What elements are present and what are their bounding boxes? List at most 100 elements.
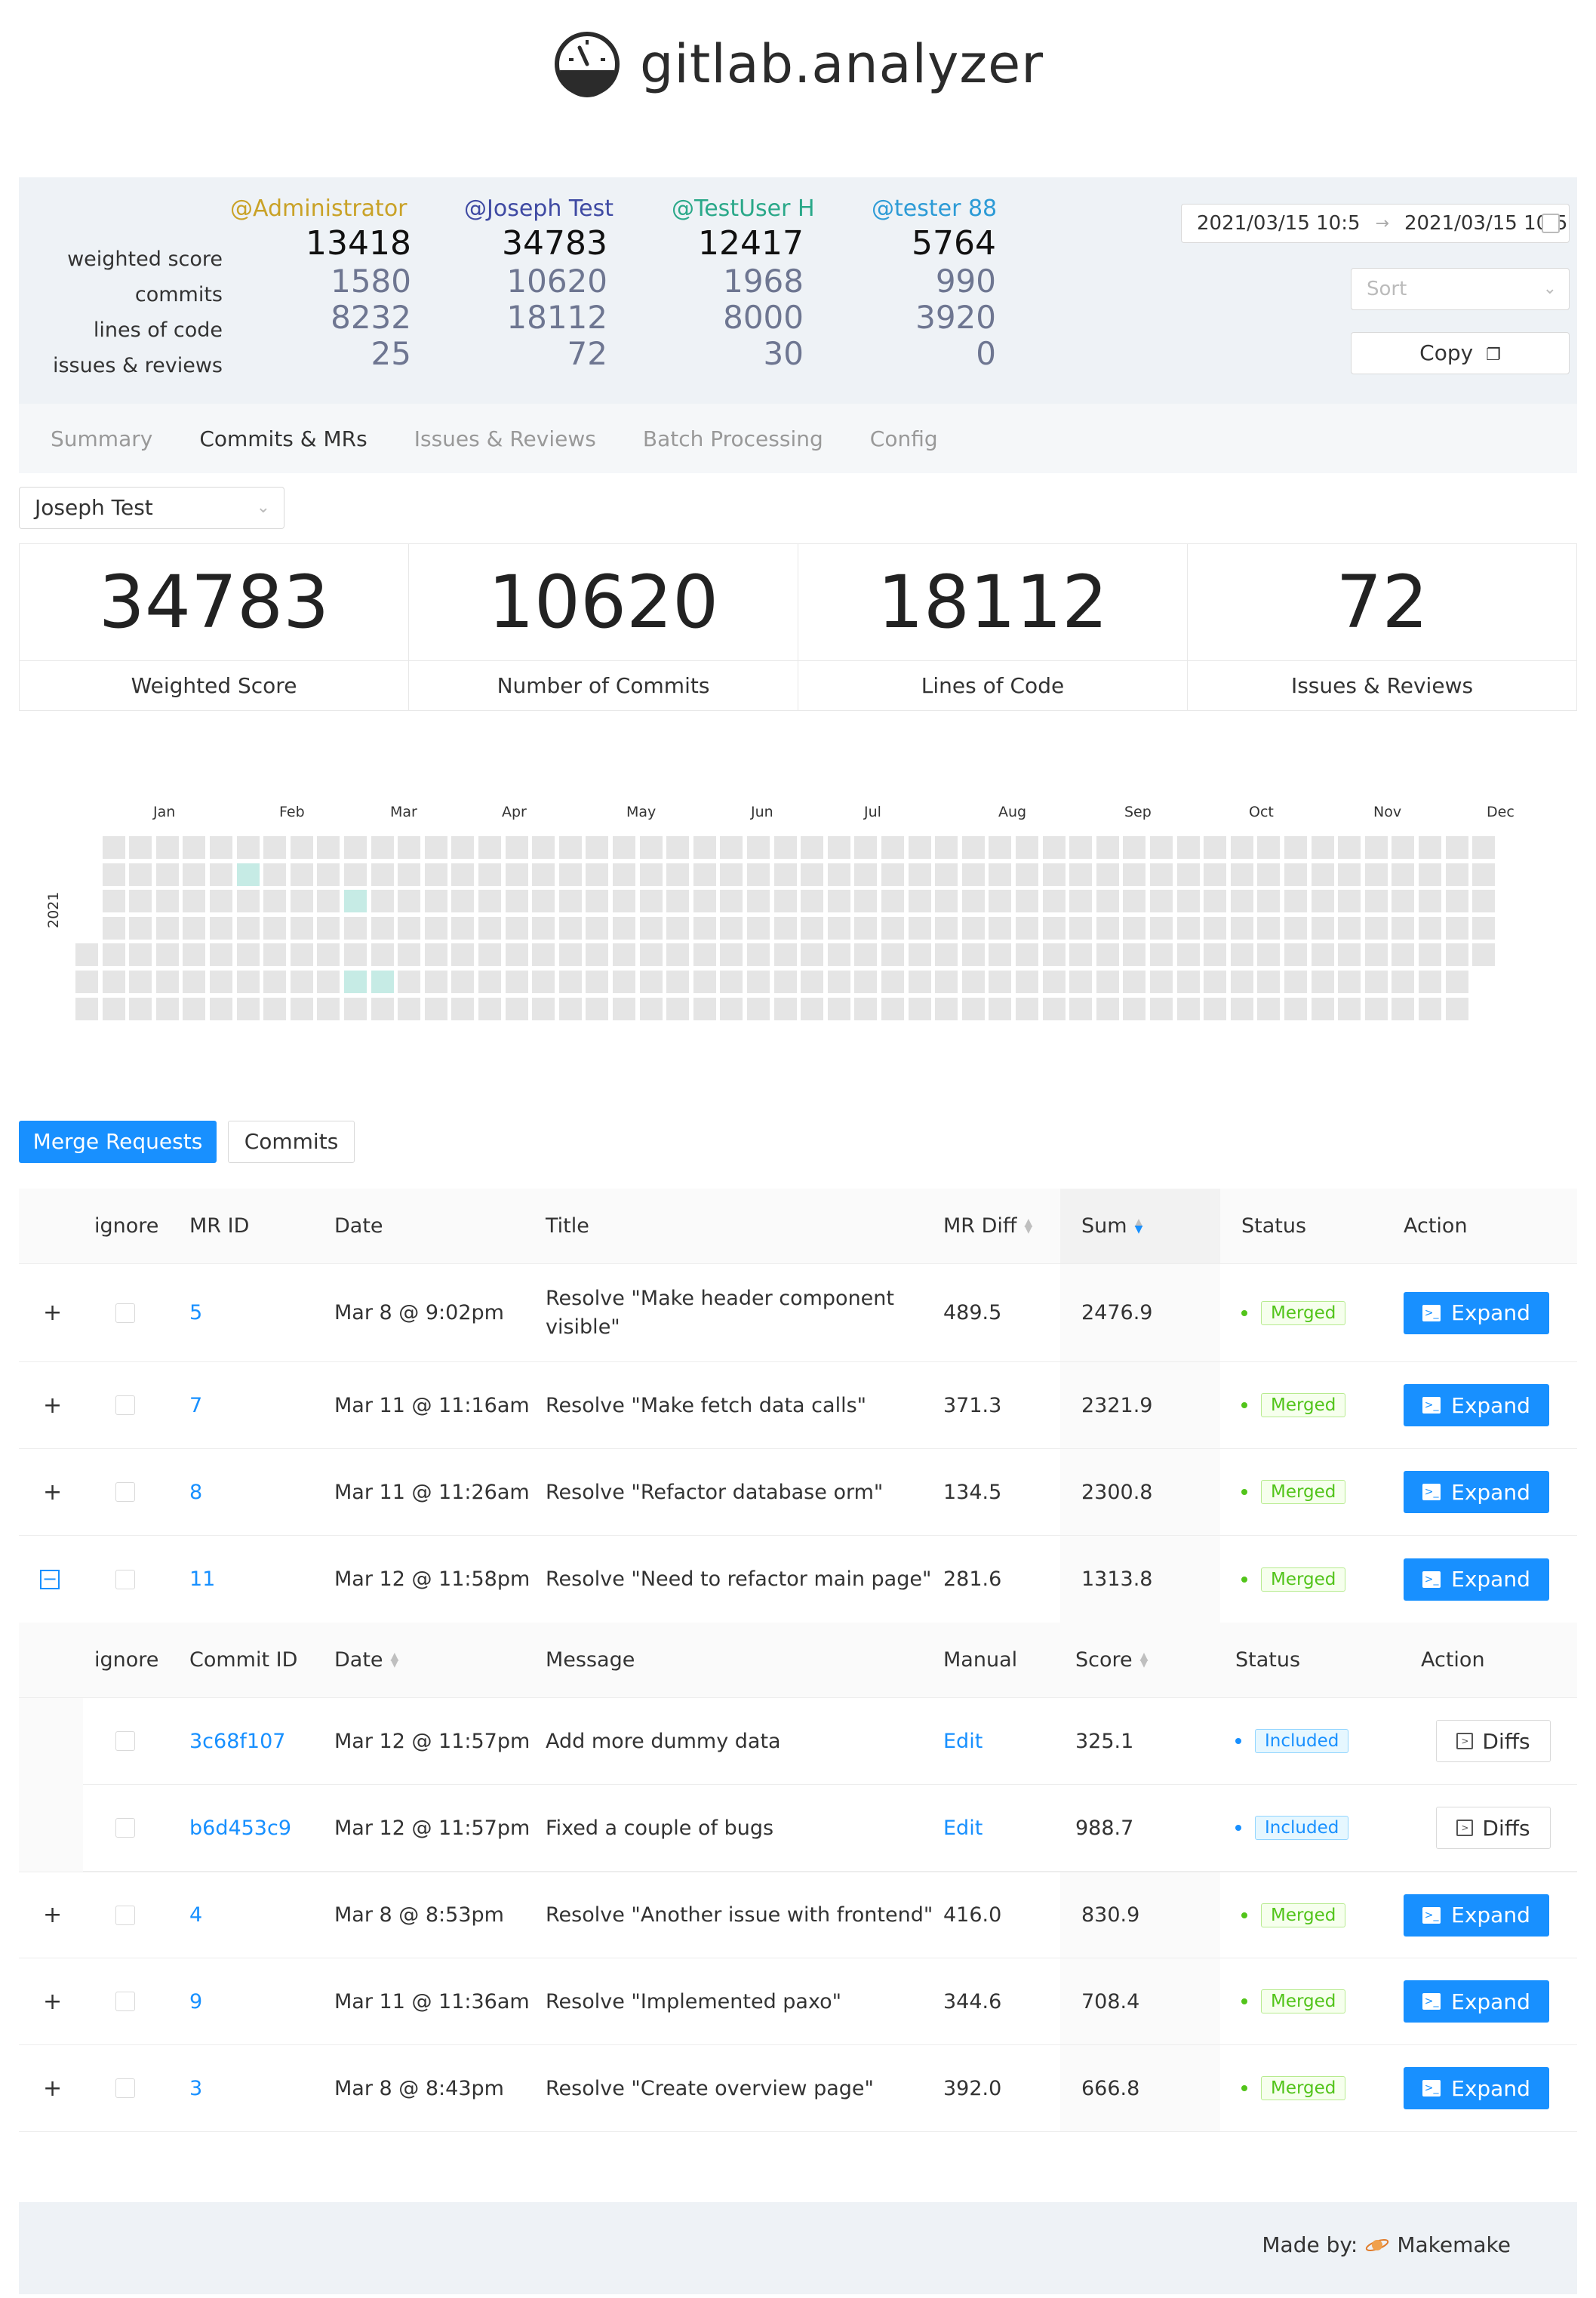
heatmap-day-cell[interactable] <box>398 971 421 993</box>
heatmap-day-cell[interactable] <box>1230 971 1253 993</box>
heatmap-day-cell[interactable] <box>424 890 447 913</box>
heatmap-day-cell[interactable] <box>1123 943 1146 967</box>
mr-id-link[interactable]: 9 <box>189 1958 202 2044</box>
heatmap-day-cell[interactable] <box>398 997 421 1020</box>
heatmap-day-cell[interactable] <box>505 943 528 967</box>
ignore-checkbox[interactable] <box>115 1482 135 1502</box>
heatmap-day-cell[interactable] <box>75 971 98 993</box>
heatmap-day-cell[interactable] <box>1311 997 1334 1020</box>
heatmap-day-cell[interactable] <box>881 836 904 859</box>
tab-summary[interactable]: Summary <box>51 426 152 451</box>
heatmap-day-cell[interactable] <box>558 916 582 940</box>
heatmap-day-cell[interactable] <box>1096 836 1119 859</box>
heatmap-day-cell[interactable] <box>344 836 367 859</box>
heatmap-day-cell[interactable] <box>961 890 985 913</box>
heatmap-day-cell[interactable] <box>1311 890 1334 913</box>
heatmap-day-cell[interactable] <box>1338 863 1361 886</box>
heatmap-day-cell[interactable] <box>1204 943 1227 967</box>
heatmap-day-cell[interactable] <box>773 916 797 940</box>
heatmap-day-cell[interactable] <box>1096 971 1119 993</box>
heatmap-day-cell[interactable] <box>424 863 447 886</box>
heatmap-day-cell[interactable] <box>1123 916 1146 940</box>
date-range-picker[interactable]: 2021/03/15 10:5 → 2021/03/15 10:5 <box>1181 204 1570 243</box>
expand-row-icon[interactable]: + <box>43 1902 62 1928</box>
heatmap-day-cell[interactable] <box>1096 863 1119 886</box>
heatmap-day-cell[interactable] <box>639 916 663 940</box>
heatmap-day-cell[interactable] <box>854 916 878 940</box>
heatmap-day-cell[interactable] <box>586 863 609 886</box>
heatmap-day-cell[interactable] <box>558 836 582 859</box>
heatmap-day-cell[interactable] <box>478 997 501 1020</box>
heatmap-day-cell[interactable] <box>747 943 770 967</box>
heatmap-day-cell[interactable] <box>155 863 179 886</box>
heatmap-day-cell[interactable] <box>1016 890 1038 913</box>
heatmap-day-cell[interactable] <box>854 863 878 886</box>
heatmap-day-cell[interactable] <box>451 916 475 940</box>
heatmap-day-cell[interactable] <box>1338 890 1361 913</box>
heatmap-day-cell[interactable] <box>613 890 635 913</box>
ignore-checkbox[interactable] <box>115 1569 135 1589</box>
heatmap-day-cell[interactable] <box>183 863 206 886</box>
heatmap-day-cell[interactable] <box>155 836 179 859</box>
heatmap-day-cell[interactable] <box>935 836 958 859</box>
heatmap-day-cell[interactable] <box>210 971 232 993</box>
heatmap-day-cell[interactable] <box>1445 836 1468 859</box>
mr-id-link[interactable]: 3 <box>189 2045 202 2131</box>
heatmap-day-cell[interactable] <box>344 863 367 886</box>
heatmap-day-cell[interactable] <box>747 916 770 940</box>
tab-issues-reviews[interactable]: Issues & Reviews <box>414 426 596 451</box>
heatmap-day-cell[interactable] <box>666 943 690 967</box>
heatmap-day-cell[interactable] <box>935 890 958 913</box>
heatmap-day-cell[interactable] <box>263 836 287 859</box>
heatmap-day-cell[interactable] <box>210 890 232 913</box>
sort-icon[interactable]: ▲ ▼ <box>391 1651 399 1669</box>
heatmap-day-cell[interactable] <box>129 971 152 993</box>
heatmap-day-cell[interactable] <box>1230 836 1253 859</box>
heatmap-day-cell[interactable] <box>881 863 904 886</box>
calendar-icon[interactable] <box>1542 214 1560 233</box>
heatmap-day-cell[interactable] <box>183 916 206 940</box>
diffs-button[interactable]: > Diffs <box>1436 1720 1551 1762</box>
heatmap-day-cell[interactable] <box>371 916 394 940</box>
heatmap-day-cell[interactable] <box>398 836 421 859</box>
ignore-checkbox[interactable] <box>115 1818 135 1838</box>
heatmap-day-cell[interactable] <box>1204 997 1227 1020</box>
header-date[interactable]: Date ▲ ▼ <box>334 1623 398 1697</box>
heatmap-day-cell[interactable] <box>317 943 340 967</box>
mr-id-link[interactable]: 11 <box>189 1536 215 1623</box>
heatmap-day-cell[interactable] <box>854 836 878 859</box>
heatmap-day-cell[interactable] <box>1150 971 1173 993</box>
heatmap-day-cell[interactable] <box>102 943 125 967</box>
heatmap-day-cell[interactable] <box>613 943 635 967</box>
heatmap-day-cell[interactable] <box>1472 916 1496 940</box>
heatmap-day-cell[interactable] <box>317 890 340 913</box>
heatmap-day-cell[interactable] <box>1311 971 1334 993</box>
header-sum[interactable]: Sum ▲ ▼ <box>1081 1189 1142 1263</box>
heatmap-day-cell[interactable] <box>1123 971 1146 993</box>
heatmap-day-cell[interactable] <box>344 943 367 967</box>
heatmap-day-cell[interactable] <box>854 971 878 993</box>
heatmap-day-cell[interactable] <box>129 943 152 967</box>
heatmap-day-cell[interactable] <box>183 997 206 1020</box>
heatmap-day-cell[interactable] <box>989 997 1012 1020</box>
heatmap-day-cell[interactable] <box>935 863 958 886</box>
heatmap-day-cell[interactable] <box>639 943 663 967</box>
mr-id-link[interactable]: 7 <box>189 1362 202 1448</box>
heatmap-day-cell[interactable] <box>1311 916 1334 940</box>
diffs-button[interactable]: > Diffs <box>1436 1807 1551 1849</box>
copy-button[interactable]: Copy ❐ <box>1351 332 1570 374</box>
heatmap-day-cell[interactable] <box>505 971 528 993</box>
ignore-checkbox[interactable] <box>115 1303 135 1323</box>
header-score[interactable]: Score ▲ ▼ <box>1075 1623 1148 1697</box>
heatmap-day-cell[interactable] <box>989 916 1012 940</box>
heatmap-day-cell[interactable] <box>666 997 690 1020</box>
heatmap-day-cell[interactable] <box>478 890 501 913</box>
tab-batch-processing[interactable]: Batch Processing <box>643 426 823 451</box>
heatmap-day-cell[interactable] <box>1042 971 1066 993</box>
heatmap-day-cell[interactable] <box>720 997 743 1020</box>
heatmap-day-cell[interactable] <box>129 836 152 859</box>
heatmap-day-cell[interactable] <box>693 997 716 1020</box>
mr-id-link[interactable]: 8 <box>189 1449 202 1535</box>
date-start[interactable]: 2021/03/15 10:5 <box>1197 212 1361 235</box>
heatmap-day-cell[interactable] <box>613 971 635 993</box>
